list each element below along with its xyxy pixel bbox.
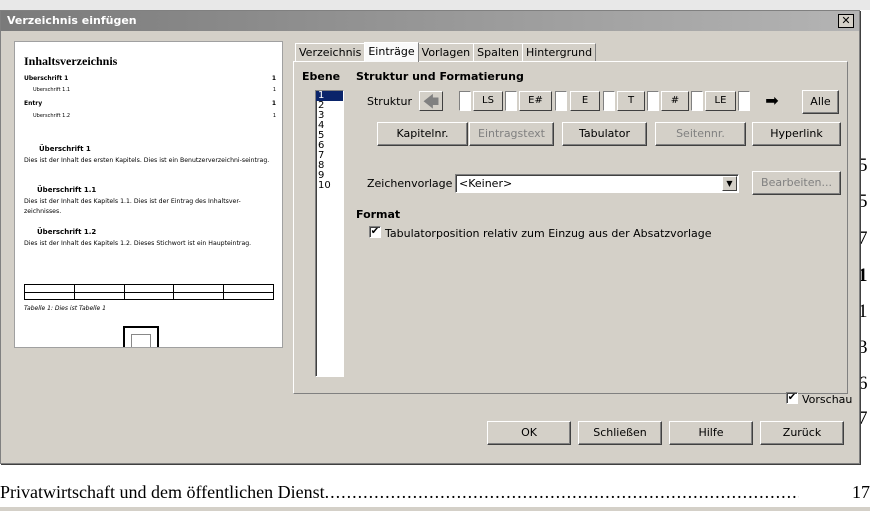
structure-slot[interactable] [555, 91, 567, 111]
preview-heading: Überschrift 1.2 [37, 228, 97, 236]
structure-label: Struktur [367, 95, 412, 108]
preview-toc-page: 1 [271, 75, 276, 82]
token-e[interactable]: E [570, 91, 600, 111]
preview-paragraph: Dies ist der Inhalt des Kapitels 1.1. Di… [24, 198, 241, 215]
document-toc-line: Privatwirtschaft und dem öffentlichen Di… [0, 477, 870, 507]
tab-spalten[interactable]: Spalten [473, 43, 523, 62]
dialog-titlebar: Verzeichnis einfügen [1, 11, 859, 31]
toc-line-text: Privatwirtschaft und dem öffentlichen Di… [0, 482, 325, 502]
format-section-title: Format [356, 208, 401, 221]
level-label: Ebene [302, 70, 341, 83]
ok-button[interactable]: OK [487, 421, 571, 445]
structure-slot[interactable] [505, 91, 517, 111]
preview-checkbox-label: Vorschau [802, 393, 853, 406]
preview-heading: Überschrift 1 [39, 145, 91, 153]
charstyle-select[interactable]: <Keiner> ▼ [455, 174, 739, 193]
charstyle-value: <Keiner> [459, 177, 513, 190]
preview-toc-page: 1 [272, 87, 276, 93]
charstyle-label: Zeichenvorlage [367, 177, 453, 190]
page-number-button[interactable]: Seitennr. [655, 122, 746, 146]
preview-paragraph: Dies ist der Inhalt des Kapitels 1.2. Di… [24, 240, 252, 247]
arrow-right-icon[interactable]: ➡ [760, 91, 784, 111]
preview-toc-row: Überschrift 1.2 1 [33, 113, 276, 119]
structure-section-title: Struktur und Formatierung [356, 70, 524, 83]
structure-slot[interactable] [691, 91, 703, 111]
preview-table [24, 284, 274, 300]
preview-toc-text: Überschrift 1 [24, 75, 69, 82]
token-le[interactable]: LE [705, 91, 736, 111]
preview-toc-page: 1 [271, 100, 276, 107]
index-preview: Inhaltsverzeichnis Überschrift 1 1 Übers… [14, 41, 283, 348]
preview-paragraph: Dies ist der Inhalt des ersten Kapitels.… [24, 157, 270, 164]
structure-slot[interactable] [603, 91, 615, 111]
chapter-number-button[interactable]: Kapitelnr. [377, 122, 468, 146]
preview-heading: Überschrift 1.1 [37, 186, 97, 194]
level-list[interactable]: 1 2 3 4 5 6 7 8 9 10 [315, 90, 344, 377]
insert-index-dialog: Verzeichnis einfügen ✕ Inhaltsverzeichni… [0, 10, 860, 464]
reset-button[interactable]: Zurück [760, 421, 844, 445]
edit-charstyle-button[interactable]: Bearbeiten... [752, 171, 841, 195]
tab-verzeichnis[interactable]: Verzeichnis [295, 43, 366, 62]
arrow-left-icon[interactable]: 🡄 [419, 91, 443, 111]
tab-position-label: Tabulatorposition relativ zum Einzug aus… [385, 227, 712, 240]
chevron-down-icon[interactable]: ▼ [722, 176, 737, 191]
tab-vorlagen[interactable]: Vorlagen [417, 43, 475, 62]
toc-line-page: 17 [852, 482, 870, 502]
structure-slot[interactable] [459, 91, 471, 111]
structure-slot[interactable] [738, 91, 750, 111]
token-page[interactable]: # [661, 91, 689, 111]
toc-line-dots: ........................................… [324, 482, 799, 502]
preview-checkbox[interactable]: ✔ [786, 392, 798, 404]
dialog-title: Verzeichnis einfügen [7, 14, 137, 27]
all-button[interactable]: Alle [802, 90, 839, 114]
preview-title: Inhaltsverzeichnis [24, 54, 118, 68]
level-item[interactable]: 10 [316, 181, 343, 191]
preview-toc-text: Überschrift 1.2 [33, 113, 71, 119]
token-e-number[interactable]: E# [519, 91, 552, 111]
token-t[interactable]: T [617, 91, 645, 111]
preview-toc-row: Entry 1 [24, 100, 276, 107]
preview-toc-text: Entry [24, 100, 43, 107]
tab-hintergrund[interactable]: Hintergrund [521, 43, 597, 62]
preview-toc-page: 1 [272, 113, 276, 119]
document-top-strip [0, 0, 870, 10]
token-ls[interactable]: LS [473, 91, 503, 111]
tab-eintraege[interactable]: Einträge [364, 42, 419, 62]
entry-text-button[interactable]: Eintragstext [469, 122, 554, 146]
preview-toc-text: Überschrift 1.1 [33, 87, 71, 93]
tabulator-button[interactable]: Tabulator [562, 122, 647, 146]
preview-caption: Tabelle 1: Dies ist Tabelle 1 [24, 305, 106, 312]
help-button[interactable]: Hilfe [669, 421, 753, 445]
preview-picture [123, 326, 159, 347]
entries-tab-panel: Ebene 1 2 3 4 5 6 7 8 9 10 Struktur und … [293, 61, 848, 394]
dialog-tabs: Verzeichnis Einträge Vorlagen Spalten Hi… [295, 42, 597, 62]
preview-toc-row: Überschrift 1 1 [24, 75, 276, 82]
tab-position-checkbox[interactable]: ✔ [369, 226, 381, 238]
close-icon[interactable]: ✕ [838, 14, 854, 28]
hyperlink-button[interactable]: Hyperlink [752, 122, 841, 146]
close-button[interactable]: Schließen [578, 421, 662, 445]
structure-slot[interactable] [647, 91, 659, 111]
preview-toc-row: Überschrift 1.1 1 [33, 87, 276, 93]
